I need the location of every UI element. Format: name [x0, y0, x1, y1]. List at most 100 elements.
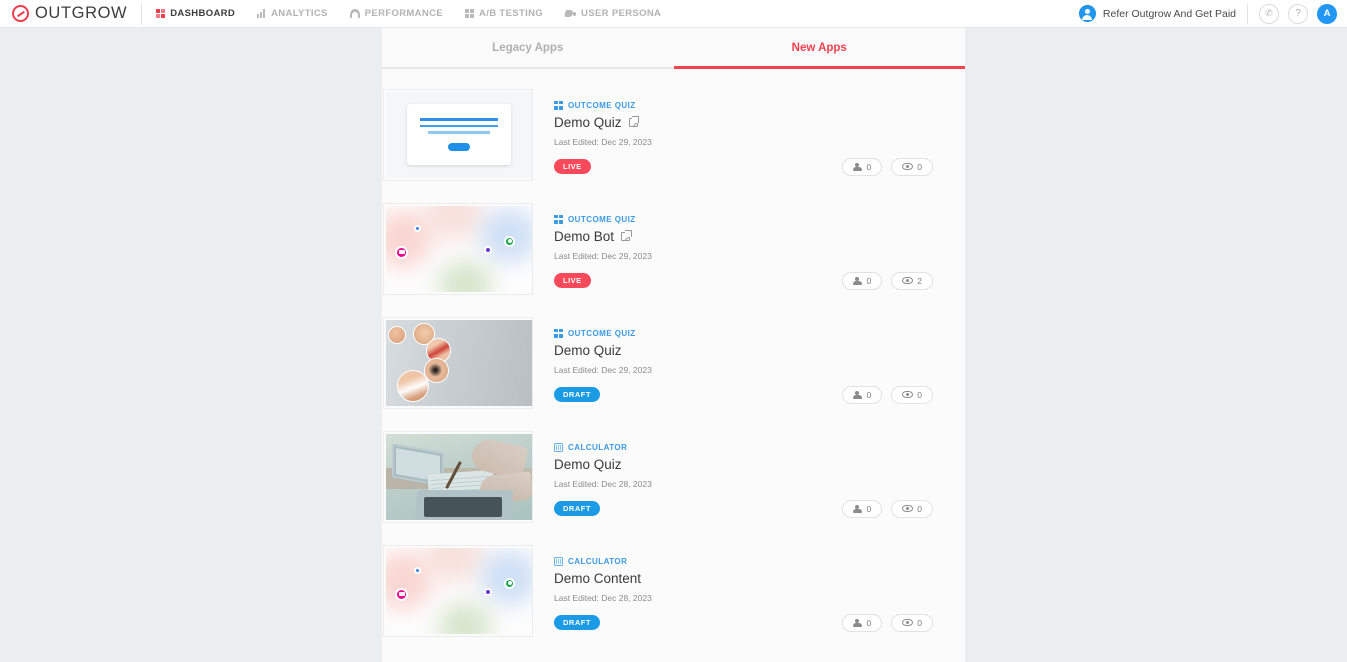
wireframe-mockup-thumbnail [386, 91, 532, 178]
stat-views[interactable]: 2 [891, 271, 933, 290]
app-title-text: Demo Quiz [554, 114, 622, 130]
app-thumbnail[interactable] [383, 430, 533, 523]
stat-users[interactable]: 0 [841, 157, 883, 176]
eye-icon [902, 619, 914, 626]
stat-users[interactable]: 0 [841, 613, 883, 632]
header-divider [1247, 3, 1248, 24]
list-item[interactable]: OUTCOME QUIZ Demo Bot Last Edited: Dec 2… [382, 192, 965, 306]
apps-tabs: Legacy Apps New Apps [382, 28, 965, 67]
apps-panel: Legacy Apps New Apps OUTCOME QUIZ Demo Q… [382, 28, 965, 662]
grid-icon [156, 9, 166, 18]
app-info: OUTCOME QUIZ Demo Bot Last Edited: Dec 2… [533, 203, 965, 295]
tab-label: New Apps [791, 41, 847, 54]
nav-item-analytics[interactable]: ANALYTICS [257, 0, 328, 28]
list-item[interactable]: OUTCOME QUIZ Demo Quiz Last Edited: Dec … [382, 306, 965, 420]
help-glyph: ? [1295, 8, 1301, 19]
app-thumbnail[interactable] [383, 316, 533, 409]
list-item[interactable]: CALCULATOR Demo Quiz Last Edited: Dec 28… [382, 420, 965, 534]
stat-users-value: 0 [866, 161, 872, 172]
tab-underline [382, 66, 965, 69]
stat-views-value: 0 [917, 389, 922, 400]
app-title-text: Demo Quiz [554, 456, 622, 472]
app-title: Demo Quiz [554, 343, 965, 358]
tag-icon [565, 9, 577, 18]
app-status-row: DRAFT 0 0 [554, 613, 965, 632]
eye-icon [902, 505, 914, 512]
calculator-icon [554, 556, 563, 566]
eye-icon [902, 277, 914, 284]
apps-list: OUTCOME QUIZ Demo Quiz Last Edited: Dec … [382, 69, 965, 648]
app-title: Demo Quiz [554, 115, 965, 130]
stat-views-value: 2 [917, 275, 922, 286]
nav-item-label: USER PERSONA [581, 8, 662, 19]
app-stats: 0 2 [841, 271, 965, 290]
app-thumbnail[interactable] [383, 202, 533, 295]
app-title-text: Demo Bot [554, 228, 615, 244]
refer-program-link[interactable]: Refer Outgrow And Get Paid [1078, 5, 1236, 22]
phone-icon[interactable]: ✆ [1259, 3, 1279, 24]
question-mark-icon[interactable]: ? [1288, 3, 1308, 24]
brand-logo[interactable]: OUTGROW [0, 0, 141, 28]
stat-views[interactable]: 0 [891, 157, 933, 176]
nav-item-label: ANALYTICS [271, 8, 328, 19]
desk-laptops-photo-thumbnail [386, 433, 532, 520]
stat-users[interactable]: 0 [841, 271, 883, 290]
stat-users-value: 0 [866, 617, 872, 628]
app-thumbnail[interactable] [383, 544, 533, 637]
nav-item-performance[interactable]: PERFORMANCE [349, 0, 443, 28]
stat-users[interactable]: 0 [841, 385, 883, 404]
skin-closeups-thumbnail [386, 319, 532, 406]
app-last-edited: Last Edited: Dec 29, 2023 [554, 136, 652, 147]
app-type-label: OUTCOME QUIZ [568, 100, 636, 110]
status-badge: DRAFT [554, 386, 600, 403]
app-type-label: OUTCOME QUIZ [568, 214, 636, 224]
stat-users[interactable]: 0 [841, 499, 883, 518]
nav-item-label: A/B TESTING [479, 8, 544, 19]
stat-views[interactable]: 0 [891, 613, 933, 632]
stat-views[interactable]: 0 [891, 499, 933, 518]
list-item[interactable]: CALCULATOR Demo Content Last Edited: Dec… [382, 534, 965, 648]
app-last-edited: Last Edited: Dec 28, 2023 [554, 478, 652, 489]
nav-item-user-persona[interactable]: USER PERSONA [565, 0, 661, 28]
stat-views-value: 0 [917, 503, 922, 514]
app-status-row: LIVE 0 2 [554, 271, 965, 290]
stat-views[interactable]: 0 [891, 385, 933, 404]
people-icon [852, 276, 863, 285]
pastel-blobs-thumbnail [386, 547, 532, 634]
tab-underline-inactive [382, 67, 674, 69]
app-status-row: DRAFT 0 0 [554, 499, 965, 518]
tab-legacy-apps[interactable]: Legacy Apps [382, 28, 674, 67]
app-type-label: CALCULATOR [568, 556, 628, 566]
app-type: CALCULATOR [554, 442, 965, 452]
page-body: Legacy Apps New Apps OUTCOME QUIZ Demo Q… [0, 28, 1347, 662]
app-info: OUTCOME QUIZ Demo Quiz Last Edited: Dec … [533, 317, 965, 409]
avatar-initial: A [1323, 8, 1331, 19]
status-badge: DRAFT [554, 614, 600, 631]
app-last-edited: Last Edited: Dec 29, 2023 [554, 250, 652, 261]
app-status-row: LIVE 0 0 [554, 157, 965, 176]
app-title: Demo Content [554, 571, 965, 586]
status-badge: DRAFT [554, 500, 600, 517]
app-type-label: OUTCOME QUIZ [568, 328, 636, 338]
tab-label: Legacy Apps [492, 41, 564, 54]
external-link-icon[interactable] [628, 116, 640, 127]
top-navigation-bar: OUTGROW DASHBOARD ANALYTICS PERFORMANCE … [0, 0, 1347, 28]
app-type-label: CALCULATOR [568, 442, 628, 452]
stat-users-value: 0 [866, 389, 872, 400]
status-badge: LIVE [554, 158, 591, 175]
tab-new-apps[interactable]: New Apps [674, 28, 966, 67]
app-title: Demo Bot [554, 229, 965, 244]
list-item[interactable]: OUTCOME QUIZ Demo Quiz Last Edited: Dec … [382, 78, 965, 192]
external-link-icon[interactable] [621, 230, 632, 241]
app-thumbnail[interactable] [383, 88, 533, 181]
main-nav: DASHBOARD ANALYTICS PERFORMANCE A/B TEST… [156, 0, 661, 28]
nav-item-dashboard[interactable]: DASHBOARD [156, 0, 235, 28]
avatar[interactable]: A [1317, 3, 1337, 24]
stat-views-value: 0 [917, 161, 922, 172]
nav-item-ab-testing[interactable]: A/B TESTING [465, 0, 543, 28]
refer-badge-icon [1078, 5, 1096, 22]
stat-users-value: 0 [866, 503, 872, 514]
people-icon [852, 390, 863, 399]
app-title-text: Demo Content [554, 570, 642, 586]
ab-split-icon [465, 9, 474, 18]
